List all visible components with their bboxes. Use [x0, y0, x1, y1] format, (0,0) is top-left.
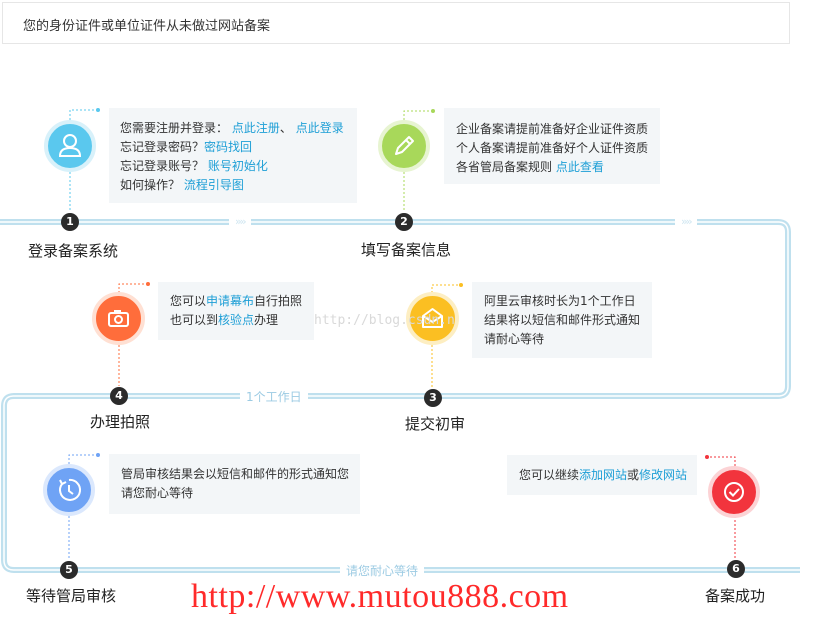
step2-card: 企业备案请提前准备好企业证件资质 个人备案请提前准备好个人证件资质 各省管局备案… [444, 108, 660, 184]
card1-sep: 、 [279, 121, 292, 135]
step5-clock-icon [43, 464, 95, 516]
step4-camera-icon [92, 292, 145, 345]
apply-curtain-link[interactable]: 申请幕布 [206, 294, 254, 308]
flow-guide-link[interactable]: 流程引导图 [184, 178, 244, 192]
card3-line2: 结果将以短信和邮件形式通知 [484, 313, 641, 327]
step1-card: 您需要注册并登录： 点此注册、 点此登录 忘记登录密码？密码找回 忘记登录账号？… [109, 108, 357, 203]
step2-pencil-icon [378, 120, 430, 172]
verification-point-link[interactable]: 核验点 [218, 313, 254, 327]
password-recovery-link[interactable]: 密码找回 [204, 140, 252, 154]
step1-number: 1 [61, 213, 79, 231]
watermark-text: http://blog.csdn.n [314, 313, 455, 328]
track-chevrons-2: ›››› [675, 215, 697, 228]
step3-label: 提交初审 [405, 415, 466, 433]
card3-line3: 请耐心等待 [484, 332, 545, 346]
modify-website-link[interactable]: 修改网站 [639, 468, 687, 482]
card4-line1-text: 您可以 [170, 294, 207, 308]
card2-line3-text: 各省管局备案规则 [456, 160, 553, 174]
add-website-link[interactable]: 添加网站 [579, 468, 627, 482]
footer-url: http://www.mutou888.com [191, 578, 569, 615]
card2-line2: 个人备案请提前准备好个人证件资质 [456, 141, 649, 155]
track-label-workday: 1个工作日 [240, 388, 308, 405]
card1-line2-text: 忘记登录密码？ [120, 140, 205, 154]
account-init-link[interactable]: 账号初始化 [208, 159, 268, 173]
step2-label: 填写备案信息 [361, 241, 452, 259]
card2-line1: 企业备案请提前准备好企业证件资质 [456, 122, 649, 136]
card4-line2-text: 也可以到 [170, 313, 219, 327]
track-label-wait: 请您耐心等待 [340, 562, 425, 579]
step5-number: 5 [60, 561, 78, 579]
step6-check-icon [708, 466, 760, 518]
step3-number: 3 [424, 389, 442, 407]
card5-line1: 管局审核结果会以短信和邮件的形式通知您 [121, 467, 350, 481]
card1-line3-text: 忘记登录账号？ [120, 159, 205, 173]
card3-line1: 阿里云审核时长为1个工作日 [484, 294, 636, 308]
step6-number: 6 [727, 560, 745, 578]
register-link[interactable]: 点此注册 [232, 121, 280, 135]
card1-line4-text: 如何操作？ [120, 178, 181, 192]
card5-line2: 请您耐心等待 [121, 486, 194, 500]
track-chevrons-1: ›››› [229, 215, 251, 228]
rules-view-link[interactable]: 点此查看 [556, 160, 604, 174]
step4-card: 您可以申请幕布自行拍照 也可以到核验点办理 [158, 282, 314, 340]
card1-line1-text: 您需要注册并登录： [120, 121, 229, 135]
step4-label: 办理拍照 [90, 413, 151, 431]
login-link[interactable]: 点此登录 [296, 121, 344, 135]
step3-card: 阿里云审核时长为1个工作日 结果将以短信和邮件形式通知 请耐心等待 [472, 282, 652, 358]
card4-line1-after: 自行拍照 [254, 294, 303, 308]
card6-text2: 或 [627, 468, 640, 482]
step5-label: 等待管局审核 [26, 587, 117, 605]
card6-text1: 您可以继续 [519, 468, 580, 482]
step6-card: 您可以继续添加网站或修改网站 [507, 455, 697, 495]
card4-line2-after: 办理 [254, 313, 279, 327]
step5-card: 管局审核结果会以短信和邮件的形式通知您 请您耐心等待 [109, 454, 360, 514]
step6-label: 备案成功 [705, 587, 766, 605]
step1-user-icon [44, 120, 96, 172]
step4-number: 4 [110, 387, 128, 405]
step2-number: 2 [395, 213, 413, 231]
step1-label: 登录备案系统 [28, 242, 119, 260]
